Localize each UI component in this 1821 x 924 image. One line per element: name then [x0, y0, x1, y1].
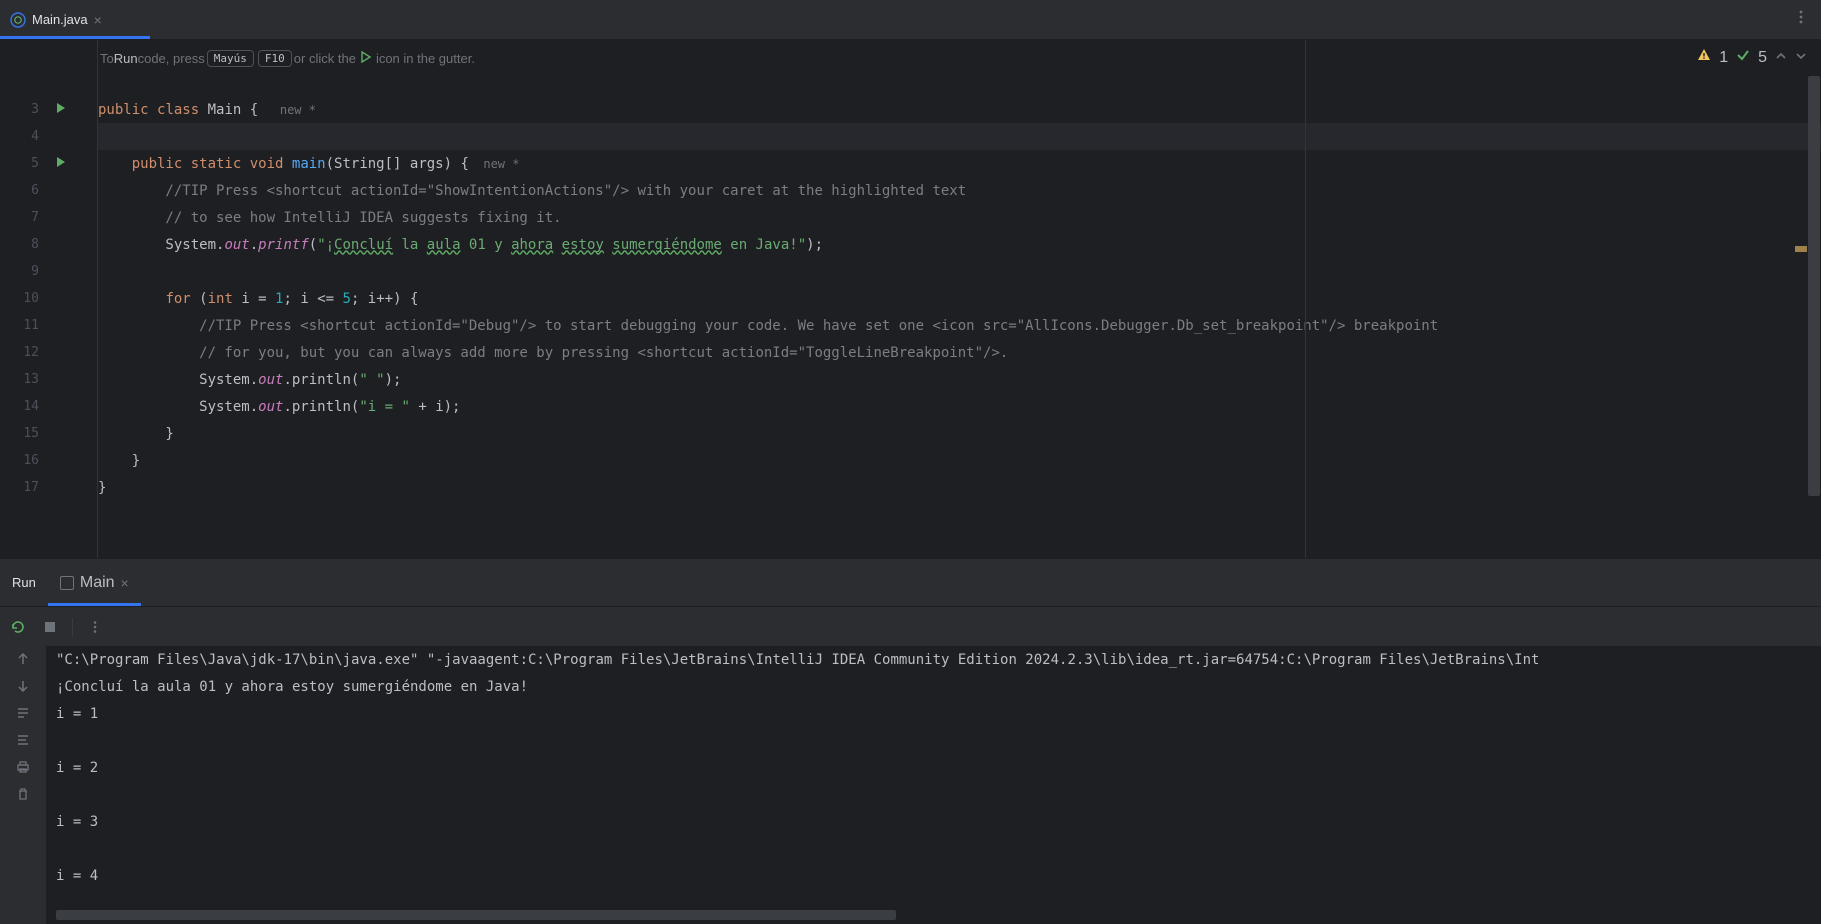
chevron-up-icon[interactable]	[1775, 49, 1787, 67]
editor-tab-bar: Main.java ×	[0, 0, 1821, 40]
up-arrow-icon[interactable]	[16, 652, 30, 671]
line-number: 15	[0, 420, 97, 447]
horizontal-scrollbar[interactable]	[56, 910, 896, 920]
run-gutter-icon[interactable]	[55, 102, 67, 118]
line-number: 4	[0, 123, 97, 150]
file-tab-main[interactable]: Main.java ×	[0, 0, 112, 39]
console-line	[56, 733, 1811, 760]
warning-stripe[interactable]	[1795, 246, 1807, 252]
line-number: 13	[0, 366, 97, 393]
run-gutter-icon[interactable]	[55, 156, 67, 172]
console-line: i = 4	[56, 868, 1811, 895]
inspections-widget[interactable]: 1 5	[1697, 48, 1807, 67]
chevron-down-icon[interactable]	[1795, 49, 1807, 67]
line-number: 16	[0, 447, 97, 474]
console-line: "C:\Program Files\Java\jdk-17\bin\java.e…	[56, 652, 1811, 679]
kbd-f10: F10	[258, 50, 292, 67]
line-number: 10	[0, 285, 97, 312]
editor-hint-banner: To Run code, press Mayús F10 or click th…	[100, 40, 1821, 76]
code-line: public class Main { new *	[98, 96, 1821, 123]
code-line: // to see how IntelliJ IDEA suggests fix…	[98, 204, 1821, 231]
console-line	[56, 841, 1811, 868]
code-line: System.out.printf("¡Concluí la aula 01 y…	[98, 231, 1821, 258]
hint-text: To	[100, 51, 114, 66]
line-number: 17	[0, 474, 97, 501]
run-config-icon	[60, 576, 74, 590]
typo-count: 5	[1758, 49, 1767, 67]
code-line: }	[98, 420, 1821, 447]
editor-gutter[interactable]: 3 4 5 6 7 8 9 10 11 12 13 14 15 16 17	[0, 40, 98, 558]
right-margin-guide	[1305, 40, 1306, 558]
line-number: 11	[0, 312, 97, 339]
code-editor[interactable]: public class Main { new * public static …	[98, 40, 1821, 558]
line-number: 6	[0, 177, 97, 204]
print-icon[interactable]	[16, 760, 30, 779]
line-number: 3	[0, 96, 97, 123]
console-line: ¡Concluí la aula 01 y ahora estoy sumerg…	[56, 679, 1811, 706]
toolbar-separator	[72, 618, 73, 636]
run-tab-active-indicator	[48, 603, 141, 606]
line-number: 9	[0, 258, 97, 285]
code-line: public static void main(String[] args) {…	[98, 150, 1821, 177]
play-icon-inline	[360, 51, 372, 66]
trash-icon[interactable]	[16, 787, 30, 806]
file-tab-label: Main.java	[32, 12, 88, 27]
run-sidebar	[0, 646, 46, 924]
warning-icon	[1697, 48, 1711, 67]
code-line: }	[98, 447, 1821, 474]
code-line: System.out.println("i = " + i);	[98, 393, 1821, 420]
line-number: 7	[0, 204, 97, 231]
code-line: }	[98, 474, 1821, 501]
line-number: 8	[0, 231, 97, 258]
line-number: 14	[0, 393, 97, 420]
down-arrow-icon[interactable]	[16, 679, 30, 698]
hint-run-word: Run	[114, 51, 138, 66]
rerun-icon[interactable]	[8, 619, 28, 635]
hint-text: or click the	[294, 51, 356, 66]
code-line: //TIP Press <shortcut actionId="ShowInte…	[98, 177, 1821, 204]
kbd-shift: Mayús	[207, 50, 254, 67]
console-output[interactable]: "C:\Program Files\Java\jdk-17\bin\java.e…	[46, 646, 1821, 924]
code-line: System.out.println(" ");	[98, 366, 1821, 393]
editor-area: To Run code, press Mayús F10 or click th…	[0, 40, 1821, 558]
tab-active-indicator	[0, 36, 150, 39]
run-panel-header: Run Main ×	[0, 558, 1821, 606]
line-number: 12	[0, 339, 97, 366]
close-tab-icon[interactable]: ×	[94, 12, 102, 28]
scroll-to-end-icon[interactable]	[16, 733, 30, 752]
more-toolbar-icon[interactable]	[85, 620, 105, 634]
console-line: i = 1	[56, 706, 1811, 733]
hint-text: code, press	[138, 51, 205, 66]
vertical-scrollbar[interactable]	[1808, 76, 1820, 496]
console-line: i = 3	[56, 814, 1811, 841]
console-area: "C:\Program Files\Java\jdk-17\bin\java.e…	[0, 646, 1821, 924]
java-class-icon	[10, 12, 26, 28]
more-actions-icon[interactable]	[1793, 9, 1809, 30]
stop-icon[interactable]	[40, 620, 60, 634]
hint-text: icon in the gutter.	[376, 51, 475, 66]
run-tool-window-title[interactable]: Run	[0, 575, 48, 590]
code-line: // for you, but you can always add more …	[98, 339, 1821, 366]
warning-count: 1	[1719, 49, 1728, 67]
console-line: i = 2	[56, 760, 1811, 787]
code-line-current	[98, 123, 1821, 150]
soft-wrap-icon[interactable]	[16, 706, 30, 725]
code-line: for (int i = 1; i <= 5; i++) {	[98, 285, 1821, 312]
close-run-tab-icon[interactable]: ×	[121, 575, 129, 591]
console-line	[56, 787, 1811, 814]
line-number: 5	[0, 150, 97, 177]
run-toolbar	[0, 606, 1821, 646]
run-config-tab[interactable]: Main ×	[48, 559, 141, 606]
code-line	[98, 258, 1821, 285]
run-config-name: Main	[80, 574, 115, 592]
code-line: //TIP Press <shortcut actionId="Debug"/>…	[98, 312, 1821, 339]
typo-check-icon	[1736, 48, 1750, 67]
